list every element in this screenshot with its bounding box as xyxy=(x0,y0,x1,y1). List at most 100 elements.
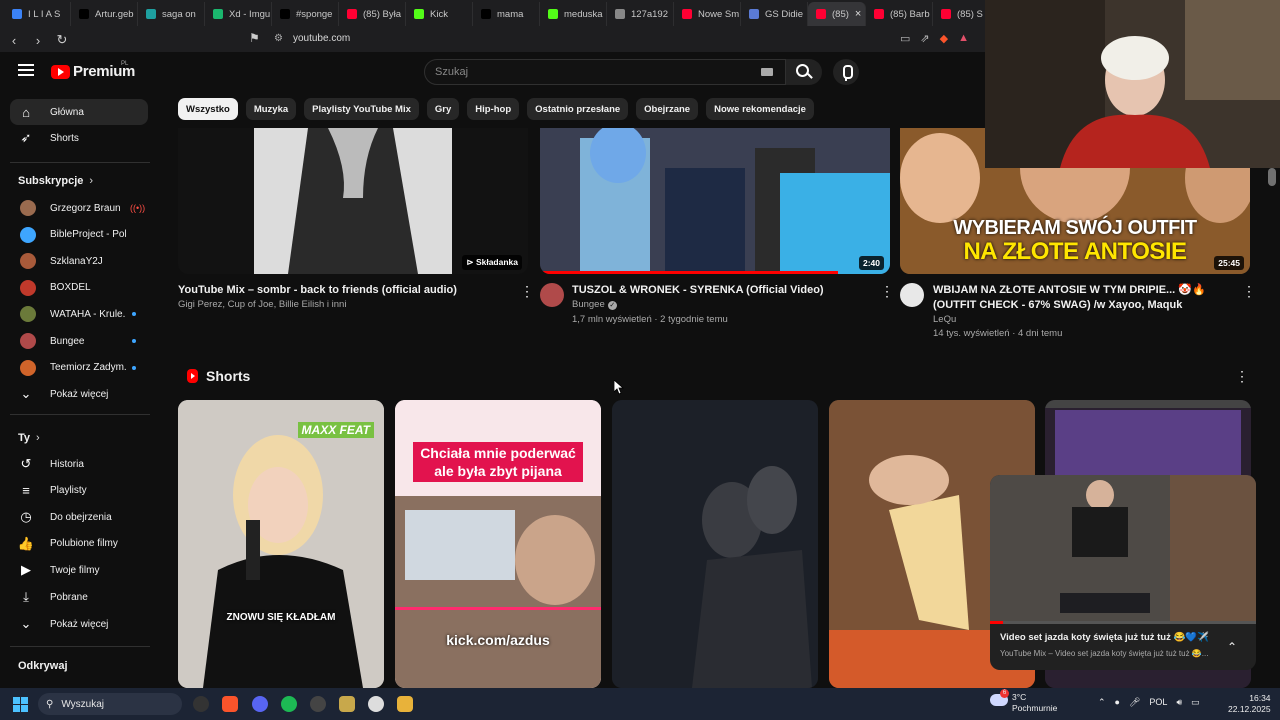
short-card-3[interactable] xyxy=(612,400,818,688)
windows-start-icon[interactable] xyxy=(13,697,28,712)
browser-tab[interactable]: GS Didie xyxy=(741,2,808,26)
app-icon[interactable] xyxy=(368,696,384,712)
network-icon[interactable]: ▭ xyxy=(1191,697,1200,708)
filter-chip[interactable]: Nowe rekomendacje xyxy=(706,98,814,120)
language-indicator[interactable]: POL xyxy=(1149,697,1167,708)
tray-overflow-icon[interactable]: ⌃ xyxy=(1098,697,1106,708)
page-scrollbar[interactable] xyxy=(1268,168,1276,186)
rewards-icon[interactable]: ▲ xyxy=(958,32,969,45)
discord-icon[interactable] xyxy=(252,696,268,712)
subscription-item[interactable]: SzklanaY2J xyxy=(10,248,148,274)
brave-shield-icon[interactable]: ◆ xyxy=(940,32,948,45)
video-thumbnail-1[interactable]: ⊳ Składanka xyxy=(178,128,528,274)
subscription-item[interactable]: BibleProject - Polski xyxy=(10,222,148,248)
show-more-button[interactable]: ⌄ Pokaż więcej xyxy=(10,381,148,407)
browser-tab[interactable]: I L I A S xyxy=(4,2,71,26)
more-options-icon[interactable]: ⋮ xyxy=(880,284,894,298)
microphone-icon[interactable]: 🎤︎ xyxy=(1129,697,1140,708)
app-icon[interactable] xyxy=(310,696,326,712)
back-icon[interactable]: ‹ xyxy=(4,33,24,48)
video-thumbnail-2[interactable]: 2:40 xyxy=(540,128,890,274)
sidebar-item-watch-later[interactable]: ◷ Do obejrzenia xyxy=(10,504,148,530)
reload-icon[interactable]: ↻ xyxy=(52,32,72,48)
search-input[interactable]: Szukaj xyxy=(424,59,786,85)
miniplayer-progress[interactable] xyxy=(990,621,1256,624)
show-more-button-2[interactable]: ⌄ Pokaż więcej xyxy=(10,611,148,637)
video-channel-2[interactable]: Bungee ✓ xyxy=(572,298,617,312)
subscription-item[interactable]: Teemiorz Zadym... xyxy=(10,355,148,381)
sidebar-item-shorts[interactable]: ➶ Shorts xyxy=(10,125,148,151)
search-button[interactable] xyxy=(786,59,822,85)
subscription-item[interactable]: BOXDEL xyxy=(10,275,148,301)
video-title-3[interactable]: WBIJAM NA ZŁOTE ANTOSIE W TYM DRIPIE... … xyxy=(933,283,1233,313)
share-icon[interactable]: ⇗ xyxy=(920,32,929,45)
browser-tab[interactable]: Artur.geb xyxy=(71,2,138,26)
filter-chip[interactable]: Playlisty YouTube Mix xyxy=(304,98,419,120)
browser-tab[interactable]: Nowe Sm xyxy=(674,2,741,26)
channel-avatar-2[interactable] xyxy=(540,283,564,307)
more-options-icon[interactable]: ⋮ xyxy=(1242,284,1256,298)
channel-name: Bungee xyxy=(572,299,605,310)
browser-tab[interactable]: Kick xyxy=(406,2,473,26)
filter-chip[interactable]: Hip-hop xyxy=(467,98,520,120)
miniplayer[interactable]: Video set jazda koty święta już tuż tuż … xyxy=(990,475,1256,670)
filter-chip[interactable]: Ostatnio przesłane xyxy=(527,98,629,120)
sidebar-item-history[interactable]: ↺ Historia xyxy=(10,451,148,477)
chevron-up-icon[interactable]: ⌃ xyxy=(1227,640,1237,654)
clock[interactable]: 16:34 22.12.2025 xyxy=(1228,693,1271,715)
video-title-1[interactable]: YouTube Mix – sombr - back to friends (o… xyxy=(178,283,508,298)
sidebar-item-home[interactable]: ⌂ Główna xyxy=(10,99,148,125)
tray-app-icon[interactable]: ● xyxy=(1115,697,1120,708)
browser-tab[interactable]: (85) × xyxy=(808,2,866,26)
keyboard-icon[interactable] xyxy=(761,68,773,76)
youtube-premium-logo[interactable]: Premium PL xyxy=(51,61,135,80)
weather-widget[interactable]: 6 3°C Pochmurnie xyxy=(990,689,1057,714)
video-channel-1[interactable]: Gigi Perez, Cup of Joe, Billie Eilish i … xyxy=(178,298,346,312)
brave-icon[interactable] xyxy=(222,696,238,712)
forward-icon[interactable]: › xyxy=(28,33,48,48)
more-options-icon[interactable]: ⋮ xyxy=(520,284,534,298)
short-card-1[interactable]: MAXX FEAT ZNOWU SIĘ KŁADŁAM xyxy=(178,400,384,688)
app-icon[interactable] xyxy=(339,696,355,712)
filter-chip[interactable]: Gry xyxy=(426,98,460,120)
cast-icon[interactable]: ▭ xyxy=(900,32,910,45)
subscription-item[interactable]: Bungee xyxy=(10,328,148,354)
sidebar-item-your-videos[interactable]: ▶ Twoje filmy xyxy=(10,557,148,583)
filter-chip[interactable]: Muzyka xyxy=(245,98,297,120)
volume-icon[interactable]: 🔊︎ xyxy=(1176,697,1182,708)
browser-tab[interactable]: (85) Barb xyxy=(866,2,933,26)
browser-tab[interactable]: (85) Była xyxy=(339,2,406,26)
browser-tab[interactable]: mama xyxy=(473,2,540,26)
subscriptions-heading[interactable]: Subskrypcje › xyxy=(18,175,93,187)
browser-tab[interactable]: meduska xyxy=(540,2,607,26)
app-icon[interactable] xyxy=(397,696,413,712)
sidebar-item-download[interactable]: ⤓ Pobrane xyxy=(10,584,148,610)
shorts-more-icon[interactable]: ⋮ xyxy=(1235,369,1249,383)
browser-tab[interactable]: Xd - Imgu xyxy=(205,2,272,26)
sidebar-item-playlists[interactable]: ≡ Playlisty xyxy=(10,478,148,504)
short-card-2[interactable]: Chciała mnie poderwać ale była zbyt pija… xyxy=(395,400,601,688)
filter-chip[interactable]: Obejrzane xyxy=(636,98,699,120)
tab-favicon-icon xyxy=(12,9,22,19)
browser-tab[interactable]: saga on xyxy=(138,2,205,26)
video-channel-3[interactable]: LeQu xyxy=(933,313,956,327)
you-heading[interactable]: Ty › xyxy=(18,432,40,444)
sidebar-item-like[interactable]: 👍 Polubione filmy xyxy=(10,531,148,557)
browser-tab[interactable]: #sponge xyxy=(272,2,339,26)
filter-chip[interactable]: Wszystko xyxy=(178,98,238,120)
sidebar-item-label: Twoje filmy xyxy=(50,564,100,576)
menu-icon[interactable] xyxy=(18,64,34,76)
url-field[interactable]: ⚙ youtube.com xyxy=(274,33,350,44)
close-tab-icon[interactable]: × xyxy=(855,8,861,20)
taskbar-search[interactable]: ⚲ Wyszukaj xyxy=(38,693,182,715)
bookmark-icon[interactable]: ⚑ xyxy=(249,31,260,45)
browser-tab[interactable]: 127a192 xyxy=(607,2,674,26)
subscription-item[interactable]: Grzegorz Braun ((•)) xyxy=(10,195,148,221)
subscription-item[interactable]: WATAHA - Krule... xyxy=(10,301,148,327)
channel-avatar-3[interactable] xyxy=(900,283,924,307)
app-icon[interactable] xyxy=(193,696,209,712)
voice-search-button[interactable] xyxy=(833,59,859,85)
site-info-icon[interactable]: ⚙ xyxy=(274,33,283,44)
spotify-icon[interactable] xyxy=(281,696,297,712)
video-title-2[interactable]: TUSZOL & WRONEK - SYRENKA (Official Vide… xyxy=(572,283,872,298)
